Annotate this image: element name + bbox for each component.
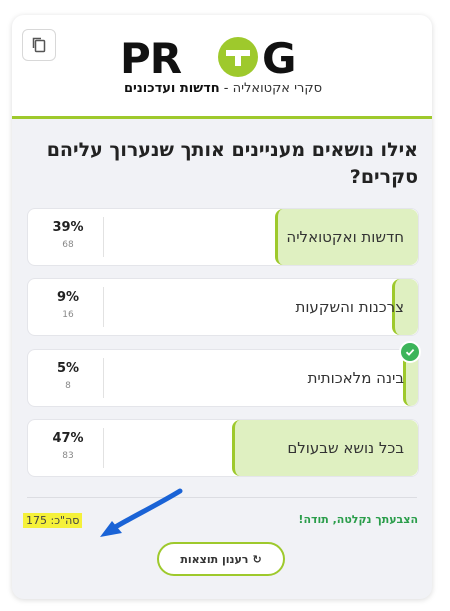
option-label: חדשות ואקטואליה — [286, 228, 404, 246]
refresh-label: רענון תוצאות — [180, 552, 249, 566]
arrow-annotation — [100, 488, 183, 537]
poll-question: אילו נושאים מעניינים אותך שנערוך עליהם ס… — [46, 139, 418, 188]
selected-check-icon — [399, 341, 421, 363]
option-label: צרכנות והשקעות — [295, 298, 404, 316]
option-label: בכל נושא שבעולם — [287, 439, 404, 457]
copy-button[interactable] — [22, 29, 56, 61]
svg-text:G: G — [262, 35, 296, 79]
option-percent: 9% — [56, 290, 80, 305]
tagline: סקרי אקטואליה - חדשות ועדכונים — [123, 81, 323, 96]
total-votes: סה"כ: 175 — [23, 513, 83, 528]
option-vote-count: 83 — [62, 451, 74, 461]
poll-card: PR G סקרי אקטואליה - חדשות ועדכונים אילו… — [12, 15, 432, 599]
divider — [103, 428, 104, 468]
divider — [103, 287, 104, 327]
option-vote-count: 16 — [62, 310, 74, 320]
option-percent: 5% — [56, 361, 80, 376]
refresh-results-button[interactable]: ↻ רענון תוצאות — [157, 542, 285, 576]
poll-option[interactable]: חדשות ואקטואליה 39% 68 — [27, 208, 419, 266]
prog-logo: PR G — [120, 35, 296, 79]
divider — [103, 358, 104, 398]
svg-text:PR: PR — [120, 35, 182, 79]
option-vote-count: 68 — [62, 240, 74, 250]
option-percent: 47% — [52, 431, 84, 446]
poll-option[interactable]: בכל נושא שבעולם 47% 83 — [27, 419, 419, 477]
poll-option[interactable]: בינה מלאכותית 5% 8 — [27, 341, 421, 407]
copy-icon — [32, 37, 46, 53]
vote-confirmation: הצבעתך נקלטה, תודה! — [298, 513, 418, 526]
divider — [103, 217, 104, 257]
option-label: בינה מלאכותית — [307, 369, 404, 387]
option-vote-count: 8 — [65, 381, 71, 391]
refresh-icon: ↻ — [252, 552, 262, 566]
poll-header: PR G סקרי אקטואליה - חדשות ועדכונים — [12, 15, 432, 119]
poll-option[interactable]: צרכנות והשקעות 9% 16 — [27, 278, 419, 336]
option-percent: 39% — [52, 220, 84, 235]
